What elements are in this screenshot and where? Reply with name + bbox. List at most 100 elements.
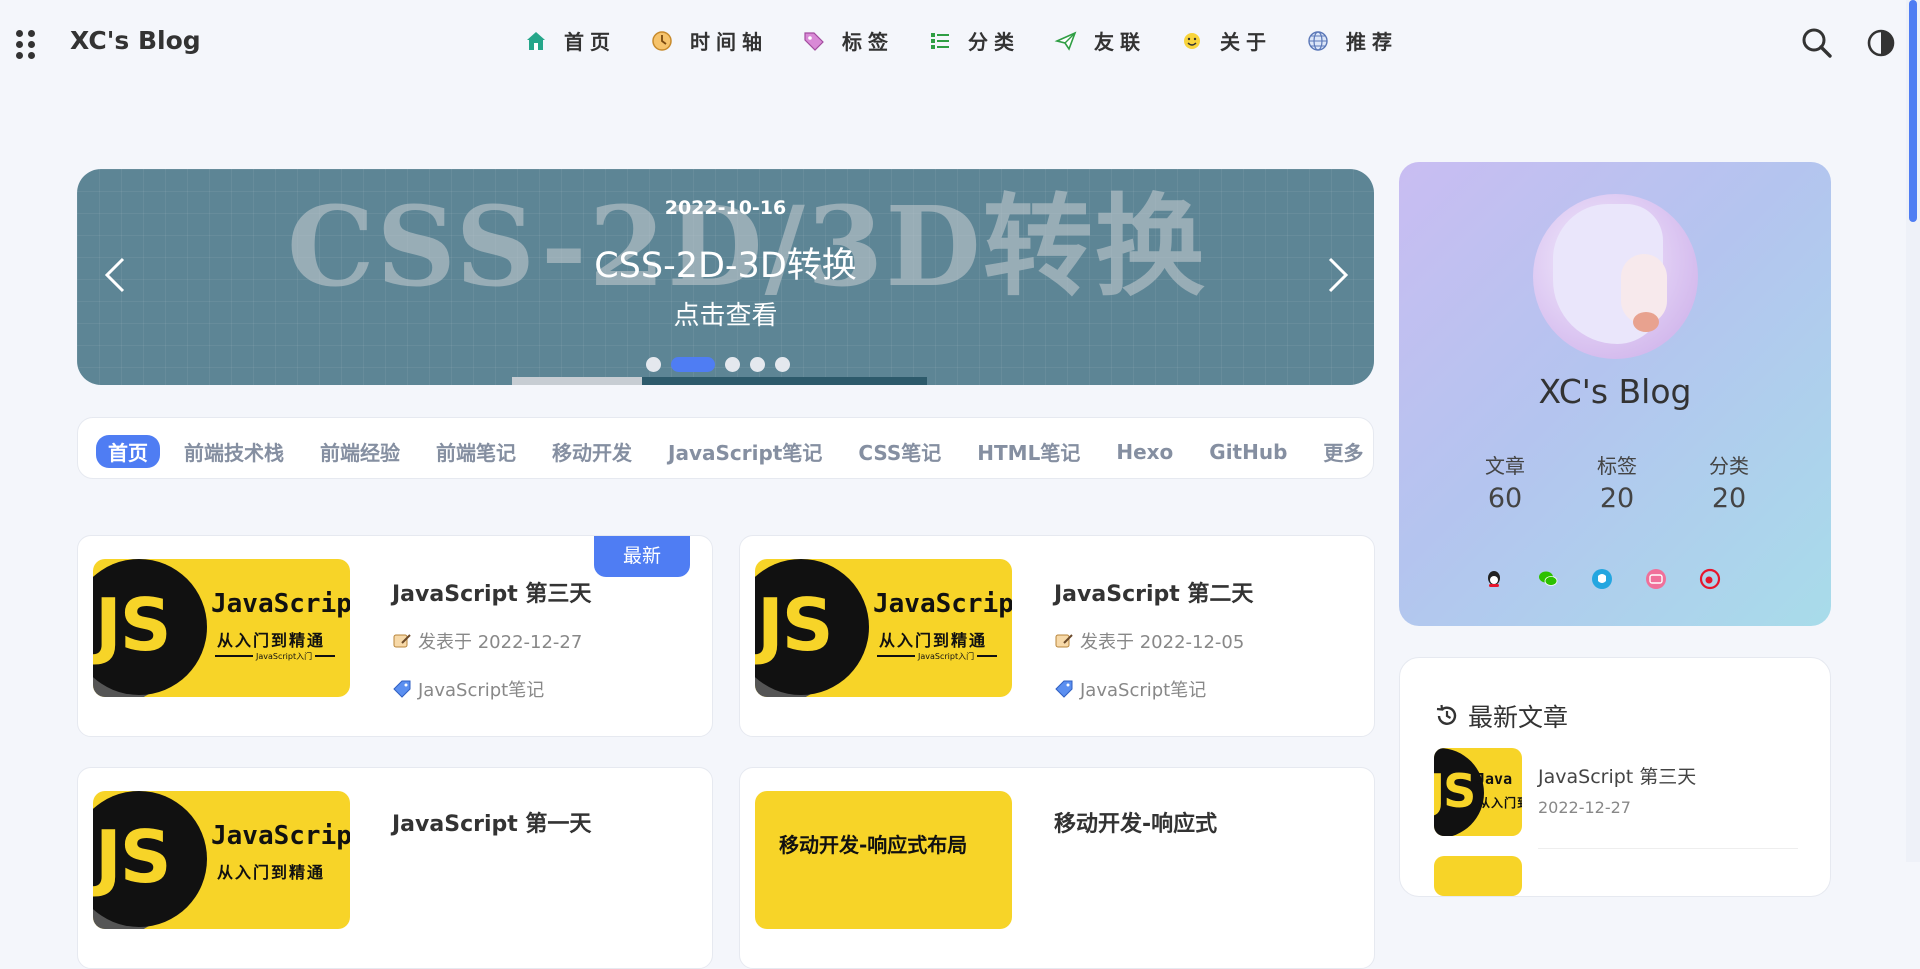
category-more[interactable]: 更多 [1323, 437, 1363, 466]
weibo-icon[interactable] [1699, 568, 1721, 590]
social-links [1483, 568, 1721, 590]
post-title[interactable]: JavaScript 第三天 [392, 576, 591, 608]
calendar-pen-icon [1055, 634, 1073, 648]
post-thumbnail[interactable]: 移动开发-响应式布局 [755, 791, 1012, 929]
category-frontend-notes[interactable]: 前端笔记 [436, 437, 516, 466]
site-brand[interactable]: XC's Blog [70, 26, 201, 55]
nav-item-home[interactable]: 首页 [524, 26, 616, 55]
category-hexo[interactable]: Hexo [1116, 440, 1173, 464]
category-html-notes[interactable]: HTML笔记 [977, 437, 1080, 466]
home-icon [527, 31, 545, 50]
thumbnail-subtitle: 从入门到精通 [217, 863, 326, 882]
nav-label: 关于 [1220, 30, 1272, 54]
category-bar: 首页 前端技术栈 前端经验 前端笔记 移动开发 JavaScript笔记 CSS… [77, 417, 1374, 479]
category-github[interactable]: GitHub [1209, 440, 1287, 464]
thumbnail-subtitle: 从入门到精通 [217, 631, 326, 650]
category-javascript-notes[interactable]: JavaScript笔记 [668, 437, 822, 466]
nav-item-timeline[interactable]: 时间轴 [650, 26, 768, 55]
tag-icon [1055, 680, 1073, 698]
history-icon [1436, 704, 1457, 725]
menu-grid-icon[interactable] [16, 30, 36, 59]
scrollbar-thumb[interactable] [1909, 0, 1917, 222]
profile-name: XC's Blog [1538, 372, 1692, 411]
recent-posts-heading: 最新文章 [1434, 698, 1568, 734]
nav-label: 分类 [968, 30, 1020, 54]
js-logo-text: JS [757, 583, 834, 667]
category-mobile-dev[interactable]: 移动开发 [552, 437, 632, 466]
post-title[interactable]: JavaScript 第二天 [1054, 576, 1253, 608]
banner-carousel[interactable]: CSS-2D/3D转换 2022-10-16 CSS-2D-3D转换 点击查看 [77, 169, 1374, 385]
post-thumbnail[interactable]: JS JavaScript 从入门到精通 JavaScript入门 [93, 559, 350, 697]
paper-plane-icon [1054, 30, 1077, 51]
nav-item-friends[interactable]: 友联 [1054, 26, 1146, 55]
carousel-pagination [646, 357, 790, 372]
search-icon[interactable] [1800, 26, 1834, 60]
smiley-icon [1184, 32, 1200, 49]
carousel-dot[interactable] [725, 357, 740, 372]
recent-post-title[interactable]: JavaScript 第三天 [1538, 762, 1696, 789]
stat-tags[interactable]: 标签 20 [1569, 450, 1665, 514]
carousel-dot[interactable] [775, 357, 790, 372]
post-card[interactable]: JS JavaScript 从入门到精通 JavaScript入门 JavaSc… [77, 535, 713, 737]
nav-label: 首页 [564, 30, 616, 54]
list-icon [931, 32, 949, 49]
post-thumbnail[interactable]: JS JavaScript 从入门到精通 JavaScript入门 [755, 559, 1012, 697]
chevron-left-icon[interactable] [103, 255, 127, 295]
banner-title[interactable]: CSS-2D-3D转换 [77, 237, 1374, 288]
recent-post-thumbnail[interactable] [1434, 856, 1522, 896]
category-frontend-experience[interactable]: 前端经验 [320, 437, 400, 466]
banner-decoration [512, 377, 642, 385]
js-logo-text: JS [95, 815, 172, 899]
thumbnail-title: 移动开发-响应式布局 [779, 833, 968, 857]
carousel-dot[interactable] [750, 357, 765, 372]
post-card[interactable]: JS JavaScript 从入门到精通 JavaScript 第一天 [77, 767, 713, 969]
profile-card: XC's Blog 文章 60 标签 20 分类 20 [1399, 162, 1831, 626]
github-icon[interactable] [1591, 568, 1613, 590]
avatar[interactable] [1533, 194, 1698, 359]
post-date: 发表于 2022-12-27 [392, 628, 582, 654]
thumbnail-subtitle: 从入门到精通 [879, 631, 988, 650]
page-scrollbar[interactable] [1906, 0, 1920, 862]
category-frontend-stack[interactable]: 前端技术栈 [184, 437, 284, 466]
category-css-notes[interactable]: CSS笔记 [858, 437, 941, 466]
bilibili-icon[interactable] [1645, 568, 1667, 590]
qq-icon[interactable] [1483, 568, 1505, 590]
recent-post-thumbnail[interactable]: JS Java 从入门到 [1434, 748, 1522, 836]
carousel-dot[interactable] [646, 357, 661, 372]
tag-icon [393, 680, 411, 698]
nav-label: 时间轴 [690, 30, 768, 54]
nav-label: 友联 [1094, 30, 1146, 54]
post-card[interactable]: 移动开发-响应式布局 移动开发-响应式 [739, 767, 1375, 969]
post-category[interactable]: JavaScript笔记 [392, 676, 544, 702]
post-title[interactable]: 移动开发-响应式 [1054, 806, 1217, 838]
post-title[interactable]: JavaScript 第一天 [392, 806, 591, 838]
stat-articles[interactable]: 文章 60 [1457, 450, 1553, 514]
thumbnail-caption: JavaScript入门 [253, 651, 316, 662]
newest-badge: 最新 [594, 536, 690, 577]
wechat-icon[interactable] [1537, 568, 1559, 590]
carousel-dot-active[interactable] [671, 357, 715, 372]
post-card[interactable]: JS JavaScript 从入门到精通 JavaScript入门 JavaSc… [739, 535, 1375, 737]
top-navbar: XC's Blog 首页 时间轴 标签 分类 友联 关于 推荐 [0, 0, 1920, 86]
js-logo-text: JS [95, 583, 172, 667]
post-date: 发表于 2022-12-05 [1054, 628, 1244, 654]
nav-item-categories[interactable]: 分类 [928, 26, 1020, 55]
profile-stats: 文章 60 标签 20 分类 20 [1457, 450, 1777, 514]
main-nav: 首页 时间轴 标签 分类 友联 关于 推荐 [524, 26, 1432, 55]
nav-item-about[interactable]: 关于 [1180, 26, 1272, 55]
category-home[interactable]: 首页 [96, 435, 160, 468]
clock-icon [652, 30, 672, 51]
dark-mode-toggle-icon[interactable] [1866, 28, 1896, 58]
post-category[interactable]: JavaScript笔记 [1054, 676, 1206, 702]
chevron-right-icon[interactable] [1326, 255, 1350, 295]
tag-icon [804, 31, 824, 51]
nav-label: 标签 [842, 30, 894, 54]
recent-post-date: 2022-12-27 [1538, 798, 1631, 817]
post-thumbnail[interactable]: JS JavaScript 从入门到精通 [93, 791, 350, 929]
thumbnail-caption: JavaScript入门 [915, 651, 978, 662]
stat-categories[interactable]: 分类 20 [1681, 450, 1777, 514]
thumbnail-title: JavaScript [873, 589, 1012, 619]
nav-item-recommend[interactable]: 推荐 [1306, 26, 1398, 55]
nav-item-tags[interactable]: 标签 [802, 26, 894, 55]
banner-view-link[interactable]: 点击查看 [77, 295, 1374, 332]
